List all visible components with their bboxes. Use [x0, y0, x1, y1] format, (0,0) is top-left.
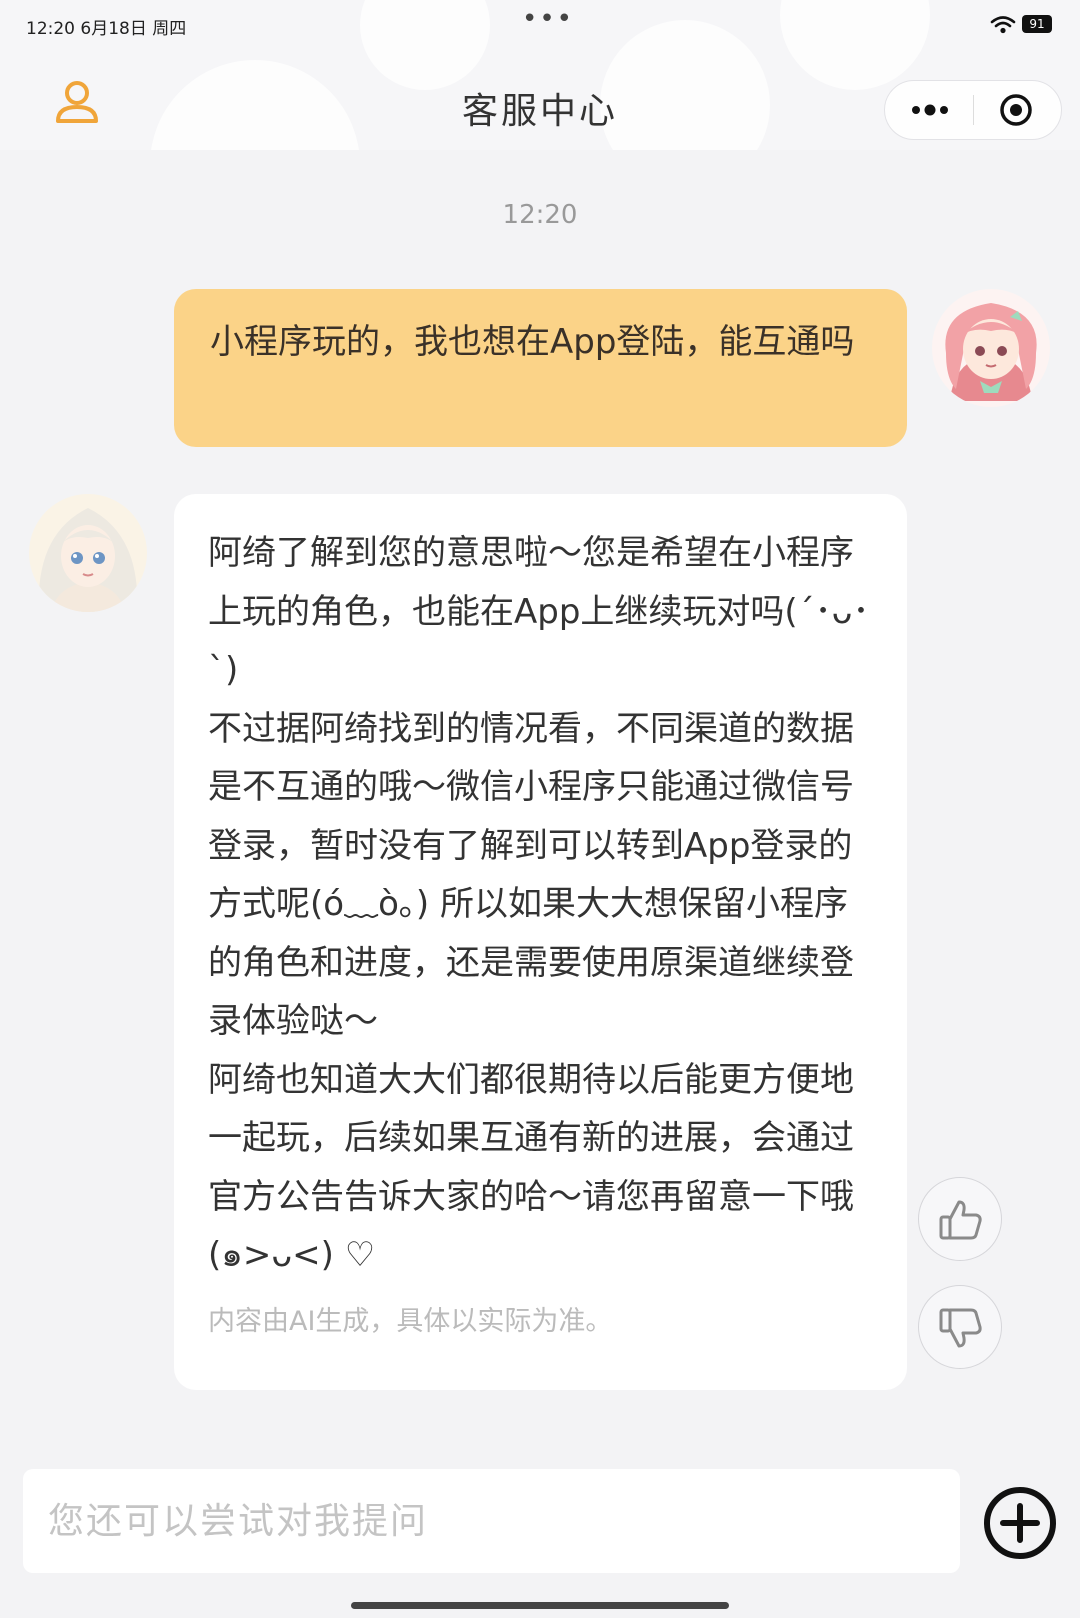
target-icon[interactable]: [999, 93, 1033, 127]
bot-message-paragraph: 阿绮了解到您的意思啦～您是希望在小程序上玩的角色，也能在App上继续玩对吗(´･…: [208, 533, 870, 690]
capsule-divider: [973, 95, 974, 125]
plus-circle-icon[interactable]: [982, 1485, 1058, 1561]
capsule-menu: [884, 80, 1062, 140]
status-bar: 12:20 6月18日 周四 ••• 91: [0, 0, 1080, 50]
more-icon[interactable]: [908, 95, 952, 125]
bot-avatar[interactable]: [29, 494, 147, 612]
wifi-icon: [990, 16, 1016, 34]
bot-message-bubble: 阿绮了解到您的意思啦～您是希望在小程序上玩的角色，也能在App上继续玩对吗(´･…: [174, 494, 907, 1390]
user-avatar-image: [932, 289, 1050, 407]
status-dots: •••: [522, 4, 575, 34]
battery-icon: 91: [1022, 15, 1052, 33]
thumbs-up-icon: [939, 1200, 982, 1240]
question-input[interactable]: [23, 1469, 960, 1573]
chat-input-bar: [0, 1445, 1080, 1618]
chat-timestamp: 12:20: [502, 200, 578, 230]
ai-disclaimer: 内容由AI生成，具体以实际为准。: [208, 1306, 613, 1337]
bot-message-paragraph: 阿绮也知道大大们都很期待以后能更方便地一起玩，后续如果互通有新的进展，会通过官方…: [208, 1059, 854, 1276]
thumbs-down-icon: [939, 1308, 982, 1348]
bot-avatar-image: [29, 494, 147, 612]
like-button[interactable]: [918, 1177, 1002, 1261]
user-message-text: 小程序玩的，我也想在App登陆，能互通吗: [210, 322, 855, 362]
dislike-button[interactable]: [918, 1285, 1002, 1369]
bot-message-paragraph: 不过据阿绮找到的情况看，不同渠道的数据是不互通的哦～微信小程序只能通过微信号登录…: [208, 708, 854, 1042]
user-avatar[interactable]: [932, 289, 1050, 407]
battery-level: 91: [1029, 17, 1045, 31]
user-message-bubble: 小程序玩的，我也想在App登陆，能互通吗: [174, 289, 907, 447]
home-indicator: [351, 1602, 729, 1609]
status-time-date: 12:20 6月18日 周四: [26, 19, 187, 39]
